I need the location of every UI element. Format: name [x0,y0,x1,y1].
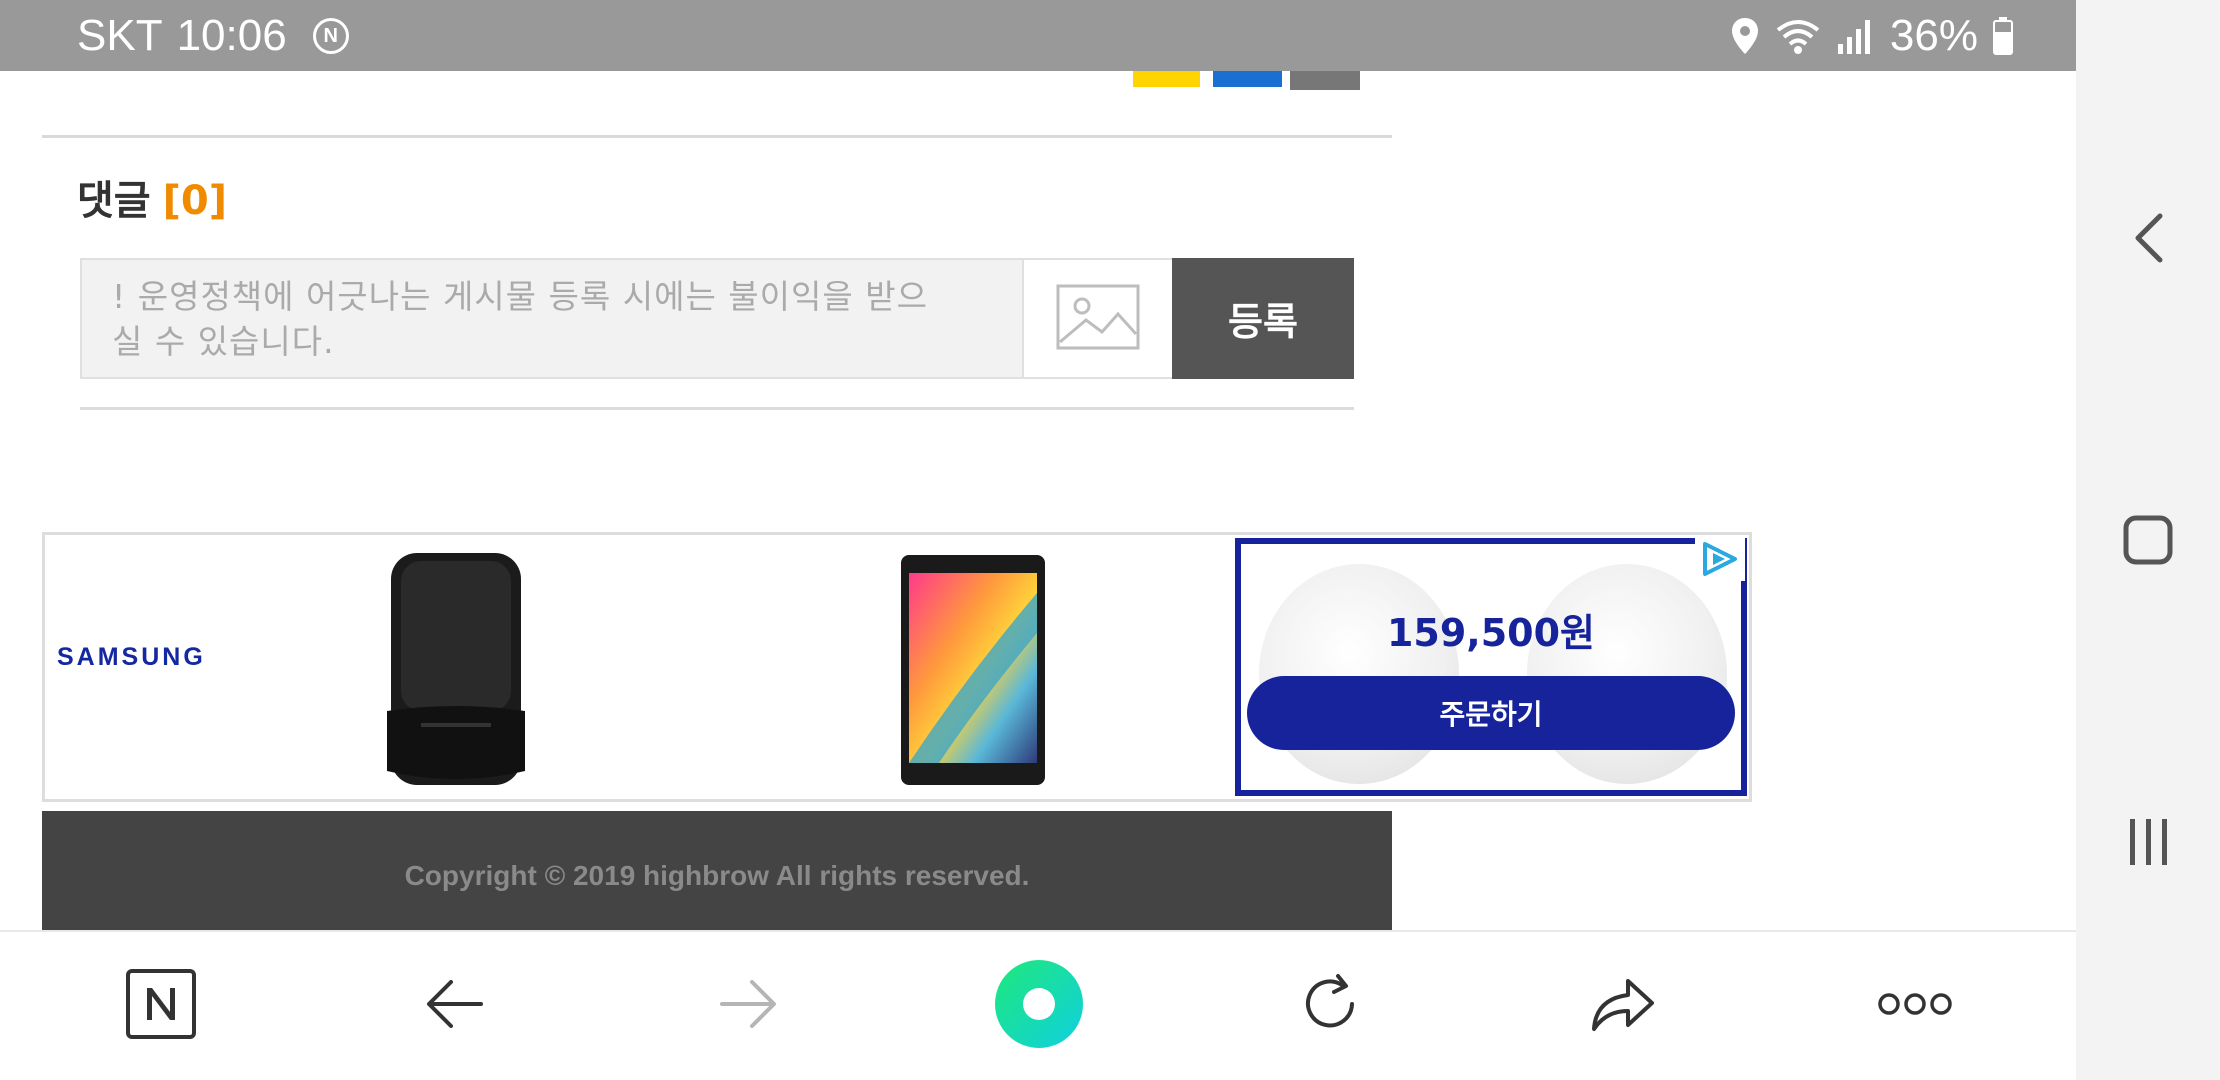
more-icon [1877,992,1953,1020]
square-home-icon [2122,514,2174,570]
browser-toolbar [0,930,2076,1080]
comment-input[interactable]: ! 운영정책에 어긋나는 게시물 등록 시에는 불이익을 받으 실 수 있습니다… [80,258,1024,379]
more-button[interactable] [1860,932,1970,1080]
nav-back-button[interactable] [2098,190,2198,290]
location-icon [1730,16,1760,56]
comment-placeholder-line2: 실 수 있습니다. [112,322,335,361]
register-button[interactable]: 등록 [1172,258,1354,379]
share-buttons [1133,71,1360,90]
ad-offer-panel[interactable]: 159,500원 주문하기 [1235,538,1747,796]
site-footer: Copyright © 2019 highbrow All rights res… [42,811,1392,930]
adchoices-icon[interactable] [1695,537,1745,581]
chevron-left-icon [2130,212,2166,268]
samsung-ad-banner[interactable]: SAMSUNG 159,500원 주문하기 [42,532,1752,802]
wireless-charger-image [381,551,531,791]
comment-count: [0] [162,178,228,224]
refresh-button[interactable] [1275,932,1385,1080]
image-icon [1056,284,1140,354]
recent-apps-icon [2124,817,2172,871]
green-dot-icon [994,959,1084,1053]
share-icon [1588,973,1658,1039]
ad-price: 159,500원 [1386,611,1596,655]
share-button[interactable] [1568,932,1678,1080]
back-button[interactable] [400,932,510,1080]
naver-home-icon [125,968,197,1044]
galaxy-tab-image [899,553,1047,791]
naver-home-button[interactable] [106,932,216,1080]
system-nav-bar [2076,0,2220,1080]
status-left: SKT 10:06 N [77,10,349,62]
nav-home-button[interactable] [2098,492,2198,592]
nav-recents-button[interactable] [2098,794,2198,894]
page-content: 댓글 [0] ! 운영정책에 어긋나는 게시물 등록 시에는 불이익을 받으 실 … [0,71,2076,930]
notification-letter: N [323,25,338,47]
order-button[interactable]: 주문하기 [1247,676,1735,750]
comment-title: 댓글 [77,178,151,224]
comment-placeholder-line1: ! 운영정책에 어긋나는 게시물 등록 시에는 불이익을 받으 [112,277,928,316]
clock: 10:06 [176,11,287,60]
battery-percent: 36% [1889,11,1978,60]
kakao-share-button[interactable] [1133,71,1200,87]
attach-image-button[interactable] [1022,258,1174,379]
earbud-image [1259,564,1459,784]
battery-icon [1992,16,2014,56]
copyright-text: Copyright © 2019 highbrow All rights res… [404,860,1030,891]
forward-button[interactable] [693,932,803,1080]
divider [42,135,1392,138]
status-right: 36% [1730,10,2014,62]
facebook-share-button[interactable] [1213,71,1282,87]
refresh-icon [1298,972,1362,1040]
samsung-logo: SAMSUNG [57,643,206,671]
divider [80,407,1354,410]
status-bar: SKT 10:06 N 36% [0,0,2076,71]
comment-heading: 댓글 [0] [77,168,227,226]
signal-icon [1836,16,1876,56]
carrier-label: SKT [77,11,163,60]
wifi-icon [1774,16,1822,56]
green-dot-button[interactable] [984,932,1094,1080]
forward-arrow-icon [716,974,780,1038]
more-share-button[interactable] [1290,71,1360,90]
earbud-image [1527,564,1727,784]
back-arrow-icon [423,974,487,1038]
naver-notification-icon: N [312,18,349,54]
